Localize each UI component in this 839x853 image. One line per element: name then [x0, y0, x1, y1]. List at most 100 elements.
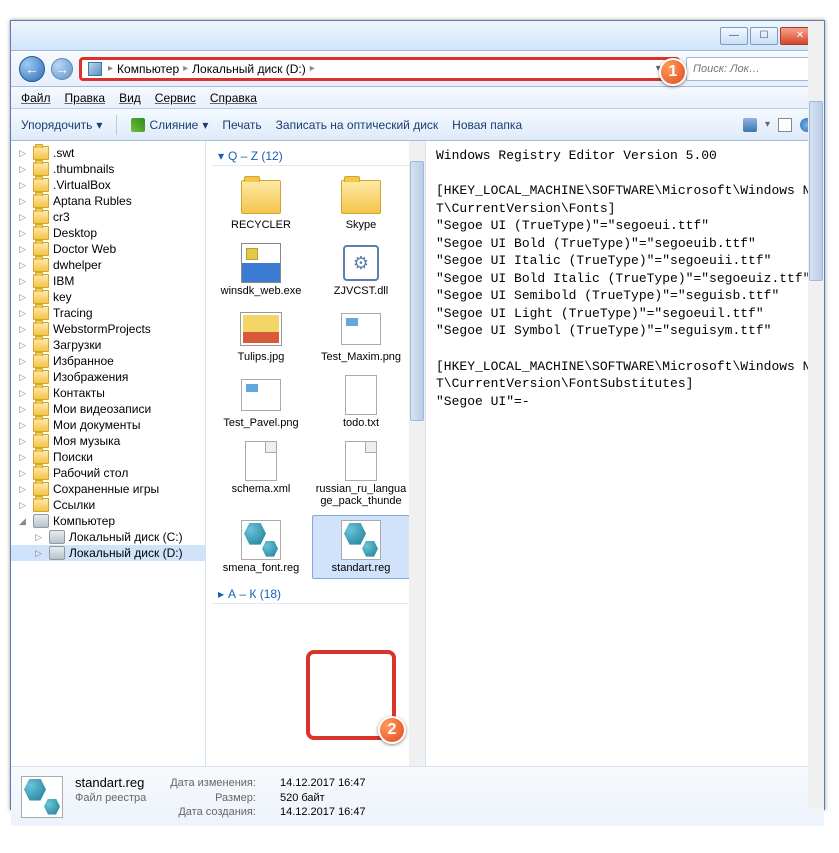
tree-node[interactable]: ▷.swt [11, 145, 205, 161]
details-label: Дата создания: [170, 806, 256, 818]
chevron-right-icon: ▸ [108, 63, 113, 74]
breadcrumb-path[interactable]: Локальный диск (D:) [192, 62, 306, 76]
tree-label: Загрузки [53, 338, 101, 352]
file-item[interactable]: todo.txt [312, 370, 410, 434]
tree-node[interactable]: ▷Ссылки [11, 497, 205, 513]
file-item[interactable]: Test_Maxim.png [312, 304, 410, 368]
tree-node[interactable]: ▷Tracing [11, 305, 205, 321]
tree-label: IBM [53, 274, 74, 288]
tree-node[interactable]: ▷Aptana Rubles [11, 193, 205, 209]
tree-node[interactable]: ▷Поиски [11, 449, 205, 465]
organize-button[interactable]: Упорядочить ▾ [21, 118, 102, 132]
folder-icon [33, 290, 49, 304]
expand-icon[interactable]: ▷ [19, 212, 29, 223]
file-item[interactable]: Test_Pavel.png [212, 370, 310, 434]
tree-node[interactable]: ▷Сохраненные игры [11, 481, 205, 497]
file-item[interactable]: RECYCLER [212, 172, 310, 236]
expand-icon[interactable]: ▷ [19, 244, 29, 255]
expand-icon[interactable]: ▷ [19, 500, 29, 511]
expand-icon[interactable]: ▷ [19, 196, 29, 207]
menu-service[interactable]: Сервис [155, 91, 196, 105]
expand-icon[interactable]: ◢ [19, 516, 29, 527]
tree-node[interactable]: ▷Моя музыка [11, 433, 205, 449]
view-options-icon[interactable] [743, 118, 757, 132]
scrollbar[interactable] [409, 141, 425, 766]
menu-edit[interactable]: Правка [65, 91, 106, 105]
expand-icon[interactable]: ▷ [35, 532, 45, 543]
expand-icon[interactable]: ▷ [19, 436, 29, 447]
menu-file[interactable]: Файл [21, 91, 51, 105]
merge-button[interactable]: Слияние ▾ [131, 118, 208, 132]
tree-node[interactable]: ▷Избранное [11, 353, 205, 369]
expand-icon[interactable]: ▷ [19, 164, 29, 175]
file-item[interactable]: Skype [312, 172, 410, 236]
nav-tree[interactable]: ▷.swt▷.thumbnails▷.VirtualBox▷Aptana Rub… [11, 141, 206, 766]
group-header[interactable]: ▸ А – К (18) [212, 585, 419, 604]
expand-icon[interactable]: ▷ [19, 148, 29, 159]
tree-node-drive[interactable]: ▷ Локальный диск (D:) [11, 545, 205, 561]
expand-icon[interactable]: ▷ [19, 340, 29, 351]
tree-node[interactable]: ▷Изображения [11, 369, 205, 385]
folder-icon [33, 162, 49, 176]
expand-icon[interactable]: ▷ [19, 388, 29, 399]
tree-node-drive[interactable]: ▷Локальный диск (C:) [11, 529, 205, 545]
tree-node[interactable]: ▷Контакты [11, 385, 205, 401]
file-item[interactable]: Tulips.jpg [212, 304, 310, 368]
tree-node[interactable]: ▷key [11, 289, 205, 305]
expand-icon[interactable]: ▷ [19, 228, 29, 239]
search-input[interactable] [686, 57, 816, 81]
folder-icon [33, 434, 49, 448]
tree-node[interactable]: ▷ Загрузки [11, 337, 205, 353]
chevron-down-icon[interactable]: ▾ [765, 119, 770, 130]
breadcrumb-root[interactable]: Компьютер [117, 62, 179, 76]
minimize-button[interactable]: — [720, 27, 748, 45]
expand-icon[interactable]: ▷ [19, 308, 29, 319]
expand-icon[interactable]: ▷ [19, 356, 29, 367]
breadcrumb[interactable]: ▸ Компьютер ▸ Локальный диск (D:) ▸ ▾ ↻ … [79, 57, 680, 81]
print-button[interactable]: Печать [222, 118, 261, 132]
tree-node[interactable]: ▷Мои видеозаписи [11, 401, 205, 417]
tree-node[interactable]: ▷Мои документы [11, 417, 205, 433]
file-item[interactable]: winsdk_web.exe [212, 238, 310, 302]
expand-icon[interactable]: ▷ [19, 420, 29, 431]
tree-node-computer[interactable]: ◢Компьютер [11, 513, 205, 529]
tree-node[interactable]: ▷Рабочий стол [11, 465, 205, 481]
tree-label: Локальный диск (D:) [69, 546, 183, 560]
tree-node[interactable]: ▷cr3 [11, 209, 205, 225]
back-button[interactable]: ← [19, 56, 45, 82]
menu-view[interactable]: Вид [119, 91, 141, 105]
expand-icon[interactable]: ▷ [19, 180, 29, 191]
group-header[interactable]: ▾ Q – Z (12) [212, 147, 419, 166]
expand-icon[interactable]: ▷ [19, 276, 29, 287]
new-folder-button[interactable]: Новая папка [452, 118, 522, 132]
file-item[interactable]: smena_font.reg [212, 515, 310, 579]
file-item[interactable]: schema.xml [212, 436, 310, 512]
tree-node[interactable]: ▷Desktop [11, 225, 205, 241]
tree-node[interactable]: ▷dwhelper [11, 257, 205, 273]
forward-button[interactable]: → [51, 58, 73, 80]
expand-icon[interactable]: ▷ [19, 372, 29, 383]
expand-icon[interactable]: ▷ [19, 292, 29, 303]
expand-icon[interactable]: ▷ [19, 468, 29, 479]
burn-button[interactable]: Записать на оптический диск [276, 118, 439, 132]
expand-icon[interactable]: ▷ [19, 404, 29, 415]
expand-icon[interactable]: ▷ [19, 260, 29, 271]
expand-icon[interactable]: ▷ [19, 484, 29, 495]
scrollbar-thumb[interactable] [410, 161, 424, 421]
tree-node[interactable]: ▷.thumbnails [11, 161, 205, 177]
expand-icon[interactable]: ▷ [19, 324, 29, 335]
tree-node[interactable]: ▷Doctor Web [11, 241, 205, 257]
file-item[interactable]: ZJVCST.dll [312, 238, 410, 302]
file-item[interactable]: russian_ru_language_pack_thunde [312, 436, 410, 512]
tree-node[interactable]: ▷.VirtualBox [11, 177, 205, 193]
tree-node[interactable]: ▷ IBM [11, 273, 205, 289]
file-item[interactable]: standart.reg [312, 515, 410, 579]
tree-node[interactable]: ▷WebstormProjects [11, 321, 205, 337]
expand-icon[interactable]: ▷ [19, 452, 29, 463]
maximize-button[interactable]: ☐ [750, 27, 778, 45]
file-label: Test_Pavel.png [223, 417, 298, 429]
menu-help[interactable]: Справка [210, 91, 257, 105]
file-pane[interactable]: ▾ Q – Z (12) RECYCLERSkypewinsdk_web.exe… [206, 141, 426, 766]
preview-pane-icon[interactable] [778, 118, 792, 132]
expand-icon[interactable]: ▷ [35, 548, 45, 559]
